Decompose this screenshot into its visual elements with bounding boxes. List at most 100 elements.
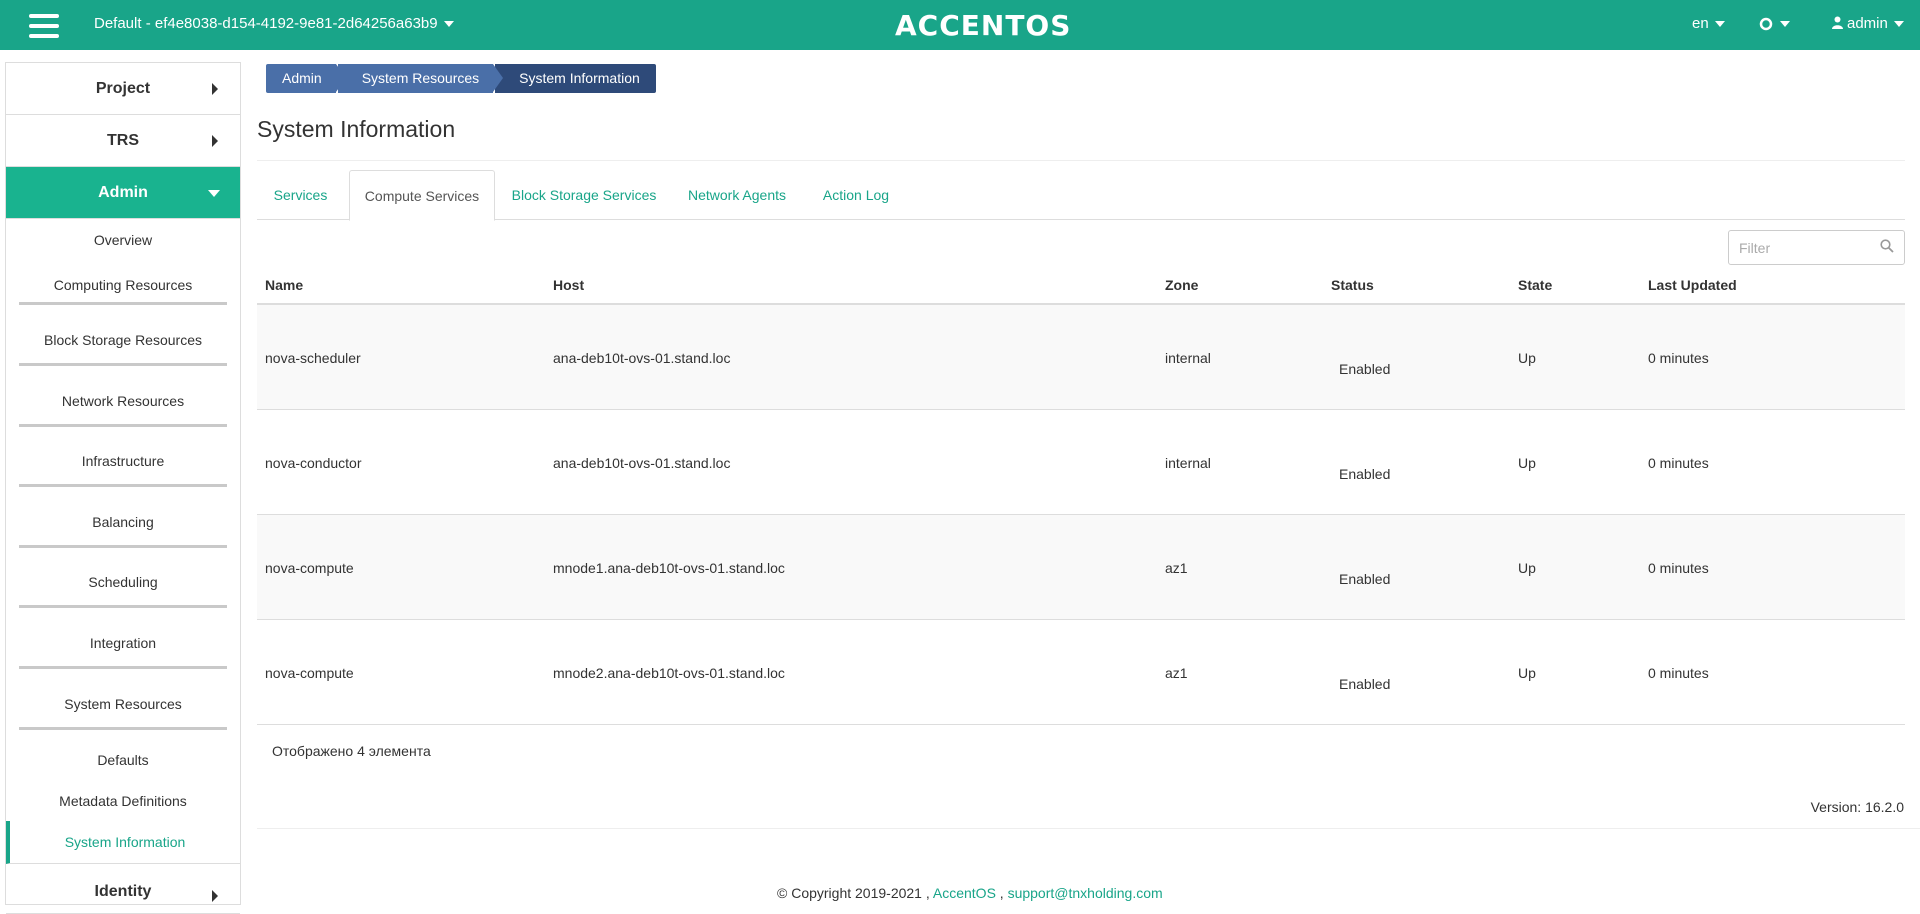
sidebar-item-overview[interactable]: Overview xyxy=(6,219,240,261)
sidebar-item-label: Network Resources xyxy=(61,392,185,409)
sidebar-item-computing-resources[interactable]: Computing Resources xyxy=(6,261,240,309)
tab-network-agents[interactable]: Network Agents xyxy=(675,170,799,220)
chevron-right-icon xyxy=(212,890,218,902)
sidebar-admin[interactable]: Admin xyxy=(6,167,240,219)
top-navbar: Default - ef4e8038-d154-4192-9e81-2d6425… xyxy=(0,0,1920,50)
cell-state: Up xyxy=(1518,560,1536,576)
search-icon[interactable] xyxy=(1880,239,1894,253)
project-selector-label: Default - ef4e8038-d154-4192-9e81-2d6425… xyxy=(94,15,438,32)
breadcrumb-system-information: System Information xyxy=(495,64,656,93)
chevron-down-icon xyxy=(443,21,454,28)
accentos-link[interactable]: AccentOS xyxy=(933,885,996,901)
sidebar-subitem-defaults[interactable]: Defaults xyxy=(6,734,240,780)
gear-icon xyxy=(1759,17,1773,30)
chevron-down-icon xyxy=(208,190,220,197)
hamburger-menu-icon[interactable] xyxy=(29,14,59,38)
divider xyxy=(257,160,1905,161)
sidebar-item-label: Block Storage Resources xyxy=(44,331,202,348)
user-icon xyxy=(1832,16,1843,29)
support-email-link[interactable]: support@tnxholding.com xyxy=(1008,885,1163,901)
sidebar-item-label: Balancing xyxy=(92,513,154,530)
tab-bar: Services Compute Services Block Storage … xyxy=(257,170,1905,221)
sidebar-item-integration[interactable]: Integration xyxy=(6,612,240,673)
sidebar-trs-label: TRS xyxy=(107,131,139,149)
table-row: nova-scheduler ana-deb10t-ovs-01.stand.l… xyxy=(257,305,1905,410)
chevron-right-icon xyxy=(212,135,218,147)
cell-name: nova-compute xyxy=(265,665,354,681)
breadcrumb-admin[interactable]: Admin xyxy=(266,64,346,93)
sidebar-trs[interactable]: TRS xyxy=(6,115,240,167)
sidebar-item-system-resources[interactable]: System Resources xyxy=(6,673,240,734)
compute-services-table: Name Host Zone Status State Last Updated… xyxy=(257,270,1905,725)
sidebar-item-label: Computing Resources xyxy=(53,277,193,293)
divider xyxy=(257,828,1920,829)
column-header-zone[interactable]: Zone xyxy=(1165,270,1198,300)
cell-state: Up xyxy=(1518,455,1536,471)
sidebar-item-label: Infrastructure xyxy=(81,453,165,469)
sidebar-item-balancing[interactable]: Balancing xyxy=(6,491,240,552)
tab-compute-services[interactable]: Compute Services xyxy=(349,170,495,221)
user-menu[interactable]: admin xyxy=(1832,15,1904,32)
cell-zone: internal xyxy=(1165,455,1211,471)
cell-host: ana-deb10t-ovs-01.stand.loc xyxy=(553,455,731,471)
sidebar-identity[interactable]: Identity xyxy=(6,864,240,914)
sidebar-subitem-metadata-definitions[interactable]: Metadata Definitions xyxy=(6,780,240,821)
table-row: nova-conductor ana-deb10t-ovs-01.stand.l… xyxy=(257,410,1905,515)
footer: © Copyright 2019-2021 , AccentOS , suppo… xyxy=(777,885,1163,901)
language-selector[interactable]: en xyxy=(1692,15,1725,32)
table-row: nova-compute mnode1.ana-deb10t-ovs-01.st… xyxy=(257,515,1905,620)
chevron-right-icon xyxy=(212,83,218,95)
column-header-host[interactable]: Host xyxy=(553,270,584,300)
project-selector[interactable]: Default - ef4e8038-d154-4192-9e81-2d6425… xyxy=(94,15,454,32)
filter-input[interactable] xyxy=(1729,231,1869,264)
sidebar-item-infrastructure[interactable]: Infrastructure xyxy=(6,431,240,491)
sidebar-item-scheduling[interactable]: Scheduling xyxy=(6,552,240,612)
language-label: en xyxy=(1692,15,1709,32)
cell-last-updated: 0 minutes xyxy=(1648,455,1709,471)
cell-status: Enabled xyxy=(1339,361,1391,377)
cell-name: nova-scheduler xyxy=(265,350,361,366)
sidebar-item-network-resources[interactable]: Network Resources xyxy=(6,370,240,431)
column-header-state[interactable]: State xyxy=(1518,270,1552,300)
sidebar-item-block-storage-resources[interactable]: Block Storage Resources xyxy=(6,309,240,370)
sidebar-identity-label: Identity xyxy=(94,882,152,900)
sidebar-admin-label: Admin xyxy=(98,183,148,201)
cell-last-updated: 0 minutes xyxy=(1648,560,1709,576)
cell-status: Enabled xyxy=(1339,571,1391,587)
column-header-status[interactable]: Status xyxy=(1331,270,1374,300)
table-row: nova-compute mnode2.ana-deb10t-ovs-01.st… xyxy=(257,620,1905,725)
accentos-logo: ACCENTOS xyxy=(895,9,1072,42)
cell-host: mnode1.ana-deb10t-ovs-01.stand.loc xyxy=(553,560,785,576)
filter-box xyxy=(1728,230,1905,265)
sidebar-subitem-label: Metadata Definitions xyxy=(59,792,187,809)
column-header-name[interactable]: Name xyxy=(265,270,303,300)
tab-block-storage-services[interactable]: Block Storage Services xyxy=(499,170,669,220)
sidebar-subitem-label: System Information xyxy=(64,834,186,850)
tab-services[interactable]: Services xyxy=(257,170,344,220)
cell-state: Up xyxy=(1518,350,1536,366)
cell-host: mnode2.ana-deb10t-ovs-01.stand.loc xyxy=(553,665,785,681)
cell-status: Enabled xyxy=(1339,676,1391,692)
sidebar-project[interactable]: Project xyxy=(6,63,240,115)
chevron-down-icon xyxy=(1893,21,1904,28)
cell-zone: internal xyxy=(1165,350,1211,366)
cell-name: nova-compute xyxy=(265,560,354,576)
cell-name: nova-conductor xyxy=(265,455,362,471)
tab-action-log[interactable]: Action Log xyxy=(806,170,906,220)
cell-zone: az1 xyxy=(1165,665,1188,681)
sidebar-subitem-system-information[interactable]: System Information xyxy=(6,821,240,864)
sidebar-item-label: System Resources xyxy=(64,695,182,712)
footer-separator: , xyxy=(999,885,1004,901)
cell-host: ana-deb10t-ovs-01.stand.loc xyxy=(553,350,731,366)
column-header-last-updated[interactable]: Last Updated xyxy=(1648,270,1737,300)
cell-state: Up xyxy=(1518,665,1536,681)
chevron-down-icon xyxy=(1714,21,1725,28)
items-count: Отображено 4 элемента xyxy=(272,743,431,759)
breadcrumb-system-resources[interactable]: System Resources xyxy=(337,64,504,93)
page-title: System Information xyxy=(257,116,456,142)
settings-menu[interactable] xyxy=(1758,13,1790,33)
username-label: admin xyxy=(1847,15,1888,32)
sidebar-item-label: Integration xyxy=(89,634,157,651)
copyright-text: © Copyright 2019-2021 , xyxy=(777,885,930,901)
sidebar-project-label: Project xyxy=(95,79,151,97)
